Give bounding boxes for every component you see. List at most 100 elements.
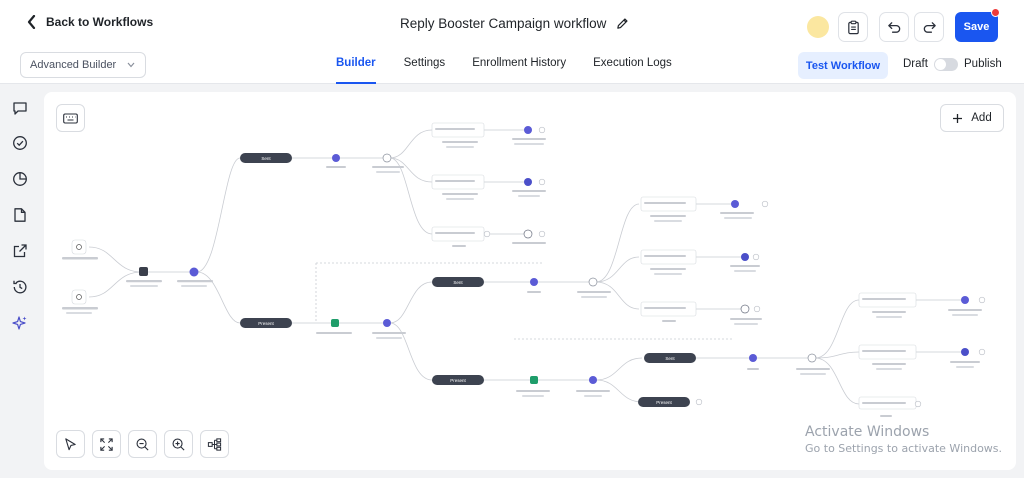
file-icon [14, 208, 26, 222]
workflow-canvas[interactable]: Sent Present Sent Present Sent Present A… [44, 92, 1016, 470]
undo-icon [887, 21, 900, 33]
wait-node[interactable] [326, 154, 346, 168]
select-tool-button[interactable] [56, 430, 85, 458]
publish-toggle[interactable] [934, 58, 958, 71]
pointer-icon [65, 437, 76, 450]
send-message-node[interactable] [126, 267, 162, 287]
sparkle-icon [12, 316, 27, 330]
connector-lines [88, 129, 962, 405]
branch-pill-sent[interactable]: Sent [644, 353, 696, 363]
branch-pill-sent[interactable]: Sent [432, 277, 484, 287]
zoom-out-icon [136, 437, 149, 451]
left-rail [0, 84, 40, 478]
chat-icon [13, 102, 27, 115]
plus-icon [953, 113, 963, 123]
auto-layout-button[interactable] [200, 430, 229, 458]
branch-label: Sent [665, 356, 675, 361]
trigger-node[interactable] [62, 239, 98, 260]
workflow-graph[interactable]: Sent Present Sent Present Sent Present [44, 92, 1016, 470]
zoom-in-icon [172, 437, 185, 451]
rail-item-ai[interactable] [12, 315, 28, 331]
branch-label: Sent [453, 280, 463, 285]
fit-view-icon [100, 437, 113, 451]
trigger-node[interactable] [62, 289, 98, 314]
tab-enrollment-history[interactable]: Enrollment History [472, 50, 566, 84]
condition-branch-card[interactable] [640, 249, 697, 275]
tab-builder[interactable]: Builder [336, 50, 376, 84]
test-workflow-button[interactable]: Test Workflow [798, 52, 888, 79]
keyboard-shortcuts-button[interactable] [56, 104, 85, 132]
canvas-controls [56, 430, 229, 458]
condition-node[interactable] [577, 277, 611, 298]
redo-button[interactable] [914, 12, 944, 42]
rail-item-history[interactable] [12, 279, 28, 295]
condition-branch-card[interactable] [858, 292, 917, 318]
watermark-title: Activate Windows [805, 424, 930, 440]
activate-windows-watermark: Activate Windows Go to Settings to activ… [805, 424, 1002, 455]
branch-label: Present [258, 321, 274, 326]
branch-pill-present[interactable]: Present [638, 397, 690, 407]
auto-layout-icon [207, 437, 222, 451]
rail-item-external[interactable] [12, 243, 28, 259]
external-link-icon [13, 244, 27, 258]
builder-mode-select[interactable]: Advanced Builder [20, 52, 146, 78]
condition-branch-card[interactable] [431, 174, 485, 200]
chevron-down-icon [127, 62, 135, 68]
wait-node[interactable] [576, 376, 610, 397]
workflow-title: Reply Booster Campaign workflow [400, 16, 607, 31]
wait-node[interactable] [177, 267, 213, 288]
unsaved-indicator-dot [991, 8, 1000, 17]
builder-toolbar: Advanced Builder Builder Settings Enroll… [0, 50, 1024, 84]
zoom-in-button[interactable] [164, 430, 193, 458]
branch-pill-sent[interactable]: Sent [240, 153, 292, 163]
undo-button[interactable] [879, 12, 909, 42]
add-label: Add [971, 112, 992, 124]
add-step-button[interactable]: Add [940, 104, 1004, 132]
top-header: Back to Workflows Reply Booster Campaign… [0, 0, 1024, 50]
save-button[interactable]: Save [955, 12, 998, 42]
send-message-node[interactable] [516, 376, 550, 397]
draft-label: Draft [903, 58, 928, 70]
user-avatar[interactable] [807, 16, 829, 38]
rail-item-stats[interactable] [12, 171, 28, 187]
condition-branch-card[interactable] [858, 396, 917, 417]
action-node[interactable] [948, 296, 982, 316]
pencil-icon[interactable] [616, 17, 629, 30]
tab-execution-logs[interactable]: Execution Logs [593, 50, 672, 84]
wait-node[interactable] [747, 354, 759, 370]
action-node[interactable] [950, 348, 980, 368]
wait-node[interactable] [372, 319, 406, 339]
rail-item-notes[interactable] [12, 207, 28, 223]
keyboard-icon [63, 112, 78, 124]
wait-node[interactable] [527, 278, 541, 293]
branch-label: Present [656, 400, 672, 405]
fit-view-button[interactable] [92, 430, 121, 458]
check-circle-icon [13, 136, 27, 150]
tab-settings[interactable]: Settings [404, 50, 446, 84]
condition-branch-card[interactable] [640, 196, 697, 222]
workflow-tabs: Builder Settings Enrollment History Exec… [336, 50, 672, 84]
watermark-subtitle: Go to Settings to activate Windows. [805, 442, 1003, 455]
condition-branch-card[interactable] [431, 226, 485, 247]
rail-item-tasks[interactable] [12, 135, 28, 151]
clipboard-icon [847, 20, 859, 34]
pie-chart-icon [13, 172, 27, 186]
action-node[interactable] [720, 200, 754, 219]
zoom-out-button[interactable] [128, 430, 157, 458]
chevron-left-icon [27, 15, 36, 29]
condition-branch-card[interactable] [858, 344, 917, 370]
builder-mode-value: Advanced Builder [30, 59, 117, 71]
rail-item-comments[interactable] [12, 100, 28, 116]
branch-label: Present [450, 378, 466, 383]
notes-button[interactable] [838, 12, 868, 42]
condition-branch-card[interactable] [640, 301, 697, 322]
condition-branch-card[interactable] [431, 122, 485, 148]
back-to-workflows-link[interactable]: Back to Workflows [26, 15, 153, 29]
publish-label: Publish [964, 58, 1002, 70]
branch-pill-present[interactable]: Present [240, 318, 292, 328]
workflow-title-group: Reply Booster Campaign workflow [400, 16, 629, 31]
condition-node[interactable] [372, 153, 404, 173]
branch-pill-present[interactable]: Present [432, 375, 484, 385]
back-label: Back to Workflows [46, 15, 154, 29]
send-message-node[interactable] [316, 319, 352, 334]
